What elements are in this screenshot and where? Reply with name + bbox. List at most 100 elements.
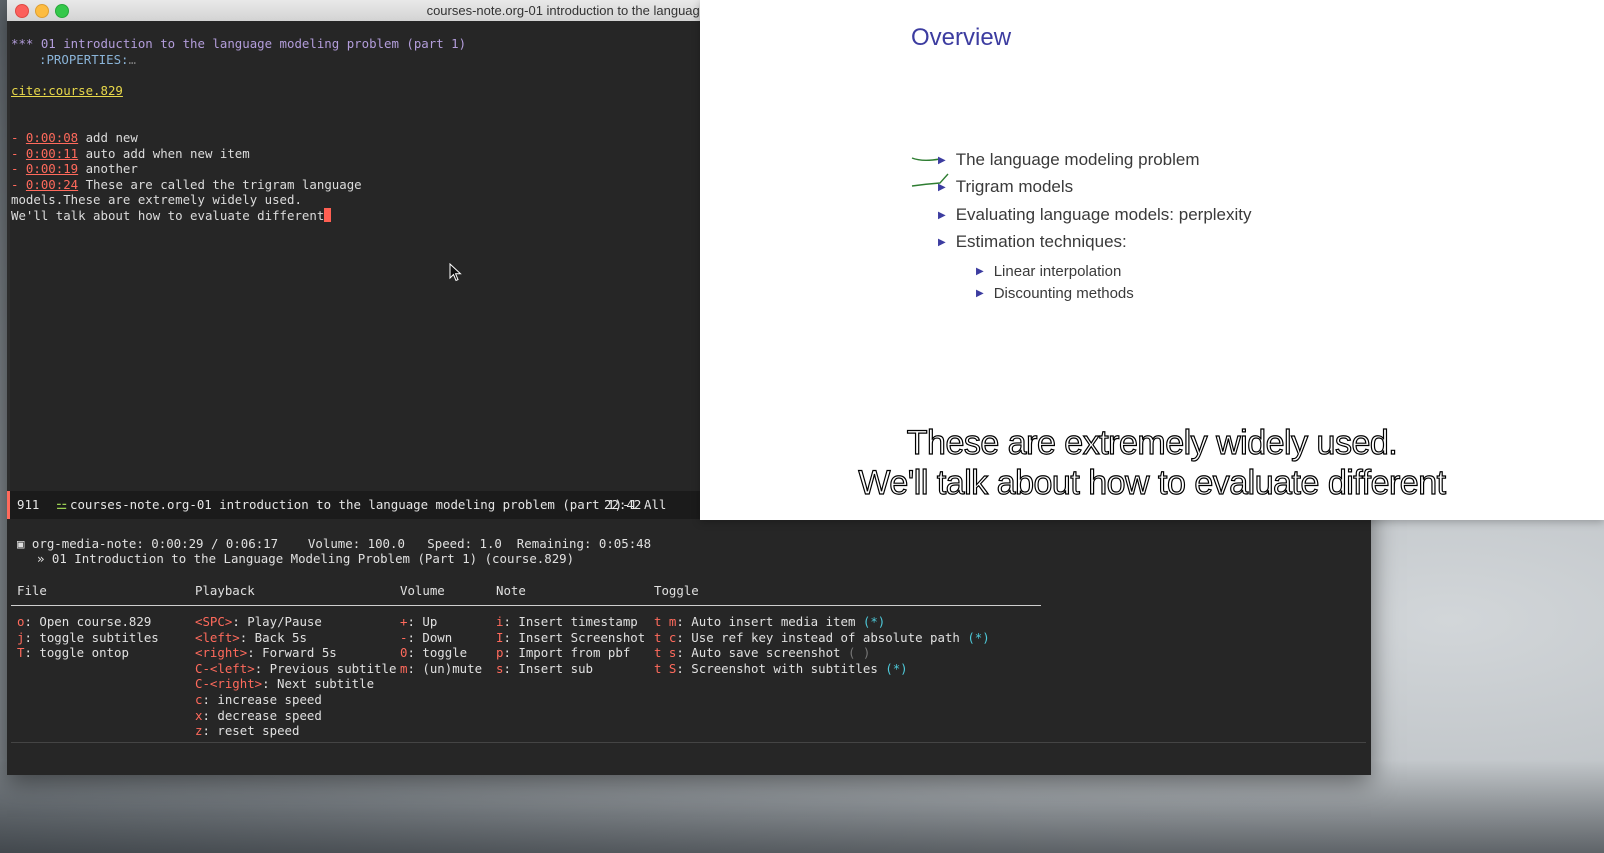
- hydra-key: C-<right>: [195, 676, 263, 691]
- window-title: courses-note.org-01 introduction to the …: [426, 3, 707, 18]
- hydra-item[interactable]: z: reset speed: [195, 723, 299, 739]
- cite-link[interactable]: cite:course.829: [11, 83, 123, 99]
- hydra-label: : Insert sub: [503, 661, 593, 676]
- properties-drawer[interactable]: :PROPERTIES:…: [39, 52, 136, 68]
- line-number: 911: [17, 497, 40, 512]
- hydra-item[interactable]: I: Insert Screenshot: [496, 630, 645, 646]
- hydra-item[interactable]: <right>: Forward 5s: [195, 645, 337, 661]
- list-dash: -: [11, 146, 26, 161]
- note-continuation-text: We'll talk about how to evaluate differe…: [11, 208, 325, 223]
- hydra-item[interactable]: T: toggle ontop: [17, 645, 129, 661]
- echo-area-divider: [11, 742, 1366, 743]
- toggle-state: (*): [967, 630, 990, 645]
- header-playback: Playback: [195, 583, 255, 598]
- hydra-key: t s: [654, 645, 677, 660]
- media-status: ▣ org-media-note: 0:00:29 / 0:06:17 Volu…: [17, 536, 651, 552]
- hydra-label: : Import from pbf: [503, 645, 631, 660]
- bullet-text: Discounting methods: [993, 285, 1134, 302]
- hydra-key: t m: [654, 614, 677, 629]
- hydra-label: : Insert Screenshot: [503, 630, 646, 645]
- list-dash: -: [11, 130, 26, 145]
- buffer-position: All: [644, 497, 667, 512]
- bullet-text: Evaluating language models: perplexity: [955, 205, 1252, 224]
- video-player-window[interactable]: Overview ▶ The language modeling problem …: [700, 0, 1604, 520]
- hydra-item[interactable]: i: Insert timestamp: [496, 614, 638, 630]
- hydra-label: : Use ref key instead of absolute path: [676, 630, 968, 645]
- hydra-key: C-<left>: [195, 661, 255, 676]
- hydra-item[interactable]: t S: Screenshot with subtitles (*): [654, 661, 908, 677]
- hydra-item[interactable]: o: Open course.829: [17, 614, 151, 630]
- media-icon: ▣: [17, 536, 32, 551]
- hydra-label: : Open course.829: [24, 614, 152, 629]
- timestamp-link[interactable]: 0:00:08: [26, 130, 78, 145]
- hydra-label: : Up: [407, 614, 438, 629]
- modified-icon: ⚍: [56, 497, 68, 512]
- media-note-hydra: ▣ org-media-note: 0:00:29 / 0:06:17 Volu…: [7, 519, 1371, 775]
- note-line: - 0:00:19 another: [11, 161, 138, 177]
- timestamp-link[interactable]: 0:00:19: [26, 161, 78, 176]
- hydra-label: : Play/Pause: [232, 614, 322, 629]
- note-text: auto add when new item: [78, 146, 250, 161]
- hydra-label: : Forward 5s: [247, 645, 337, 660]
- slide-subbullet: ▶ Discounting methods: [976, 285, 1134, 302]
- mouse-pointer-icon: [449, 263, 462, 282]
- org-editor-buffer[interactable]: *** 01 introduction to the language mode…: [7, 21, 707, 501]
- hydra-key: <SPC>: [195, 614, 233, 629]
- hydra-item[interactable]: -: Down: [400, 630, 452, 646]
- hydra-item[interactable]: t m: Auto insert media item (*): [654, 614, 885, 630]
- buffer-name[interactable]: courses-note.org-01 introduction to the …: [70, 497, 637, 512]
- hydra-item[interactable]: <SPC>: Play/Pause: [195, 614, 322, 630]
- hydra-item[interactable]: C-<left>: Previous subtitle: [195, 661, 396, 677]
- bullet-triangle-icon: ▶: [976, 288, 984, 299]
- header-volume: Volume: [400, 583, 445, 598]
- timestamp-link[interactable]: 0:00:11: [26, 146, 78, 161]
- bullet-triangle-icon: ▶: [938, 210, 946, 221]
- hydra-label: : toggle subtitles: [24, 630, 159, 645]
- list-dash: -: [11, 161, 26, 176]
- fold-ellipsis: …: [128, 52, 136, 67]
- bullet-text: Linear interpolation: [993, 263, 1122, 280]
- hydra-key: t c: [654, 630, 677, 645]
- slide-bullet: ▶ Trigram models: [938, 177, 1073, 197]
- header-note: Note: [496, 583, 526, 598]
- hydra-item[interactable]: t s: Auto save screenshot ( ): [654, 645, 870, 661]
- slide-bullet: ▶ Evaluating language models: perplexity: [938, 205, 1252, 225]
- fringe: [7, 21, 10, 501]
- hydra-label: : Screenshot with subtitles: [676, 661, 886, 676]
- hydra-item[interactable]: p: Import from pbf: [496, 645, 630, 661]
- hydra-item[interactable]: x: decrease speed: [195, 708, 322, 724]
- note-line: - 0:00:08 add new: [11, 130, 138, 146]
- hydra-item[interactable]: <left>: Back 5s: [195, 630, 307, 646]
- bullet-text: Estimation techniques:: [955, 232, 1127, 251]
- hydra-label: : decrease speed: [202, 708, 322, 723]
- hydra-label: : Auto insert media item: [676, 614, 863, 629]
- note-line: - 0:00:11 auto add when new item: [11, 146, 250, 162]
- text-cursor: [324, 208, 332, 222]
- toggle-state: ( ): [847, 645, 871, 660]
- media-title: » 01 Introduction to the Language Modeli…: [37, 551, 575, 566]
- hydra-label: : Auto save screenshot: [676, 645, 848, 660]
- hydra-item[interactable]: +: Up: [400, 614, 437, 630]
- hydra-item[interactable]: m: (un)mute: [400, 661, 482, 677]
- note-text: another: [78, 161, 138, 176]
- media-status-text: org-media-note: 0:00:29 / 0:06:17 Volume…: [31, 536, 652, 551]
- hydra-item[interactable]: j: toggle subtitles: [17, 630, 159, 646]
- org-heading[interactable]: *** 01 introduction to the language mode…: [11, 36, 466, 52]
- hydra-item[interactable]: 0: toggle: [400, 645, 467, 661]
- hydra-item[interactable]: s: Insert sub: [496, 661, 593, 677]
- clock: 22:42: [604, 497, 642, 512]
- hydra-item[interactable]: t c: Use ref key instead of absolute pat…: [654, 630, 990, 646]
- hydra-item[interactable]: C-<right>: Next subtitle: [195, 676, 374, 692]
- bullet-text: The language modeling problem: [955, 150, 1200, 169]
- hydra-label: : Back 5s: [239, 630, 307, 645]
- hydra-item[interactable]: c: increase speed: [195, 692, 322, 708]
- hydra-label: : Down: [407, 630, 453, 645]
- bullet-triangle-icon: ▶: [938, 182, 946, 193]
- hydra-label: : Next subtitle: [262, 676, 375, 691]
- toggle-state: (*): [862, 614, 886, 629]
- timestamp-link[interactable]: 0:00:24: [26, 177, 78, 192]
- slide-bullet: ▶ The language modeling problem: [938, 150, 1200, 170]
- header-divider: [11, 605, 1041, 606]
- slide-title: Overview: [911, 24, 1012, 51]
- slide-subbullet: ▶ Linear interpolation: [976, 263, 1121, 280]
